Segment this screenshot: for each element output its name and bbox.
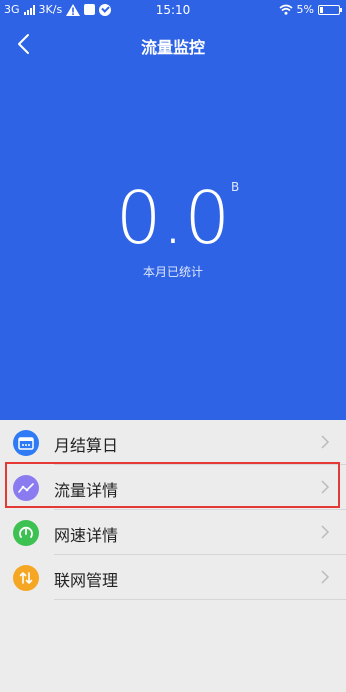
chevron-right-icon [321,435,330,449]
trend-line-icon [13,475,39,501]
back-button[interactable] [10,30,38,58]
menu-item-label: 月结算日 [54,436,119,455]
page-title: 流量监控 [140,38,205,57]
header-panel: 3G 3K/s 15:10 5% 流量监控 0.0 B 本月已统计 [0,0,346,420]
calendar-icon [13,430,39,456]
speedometer-icon [13,520,39,546]
menu-item-traffic-details[interactable]: 流量详情 [0,465,346,510]
data-usage-value: 0.0 [115,176,231,260]
menu-item-speed-details[interactable]: 网速详情 [0,510,346,555]
menu-item-label: 流量详情 [54,481,119,500]
chevron-right-icon [321,570,330,584]
battery-icon [318,4,342,15]
divider [54,599,346,600]
menu-item-label: 网速详情 [54,526,119,545]
chevron-right-icon [321,480,330,494]
status-bar: 3G 3K/s 15:10 5% [0,0,346,22]
wifi-icon [279,4,293,15]
chevron-right-icon [321,525,330,539]
nav-bar: 流量监控 [0,26,346,62]
menu-list: 月结算日 流量详情 网速详情 联网管理 [0,420,346,600]
menu-item-billing-day[interactable]: 月结算日 [0,420,346,465]
menu-item-label: 联网管理 [54,571,119,590]
up-down-arrows-icon [13,565,39,591]
battery-percent: 5% [296,3,314,16]
data-usage-caption: 本月已统计 [142,265,203,279]
menu-item-network-management[interactable]: 联网管理 [0,555,346,600]
data-usage-unit: B [231,180,240,194]
